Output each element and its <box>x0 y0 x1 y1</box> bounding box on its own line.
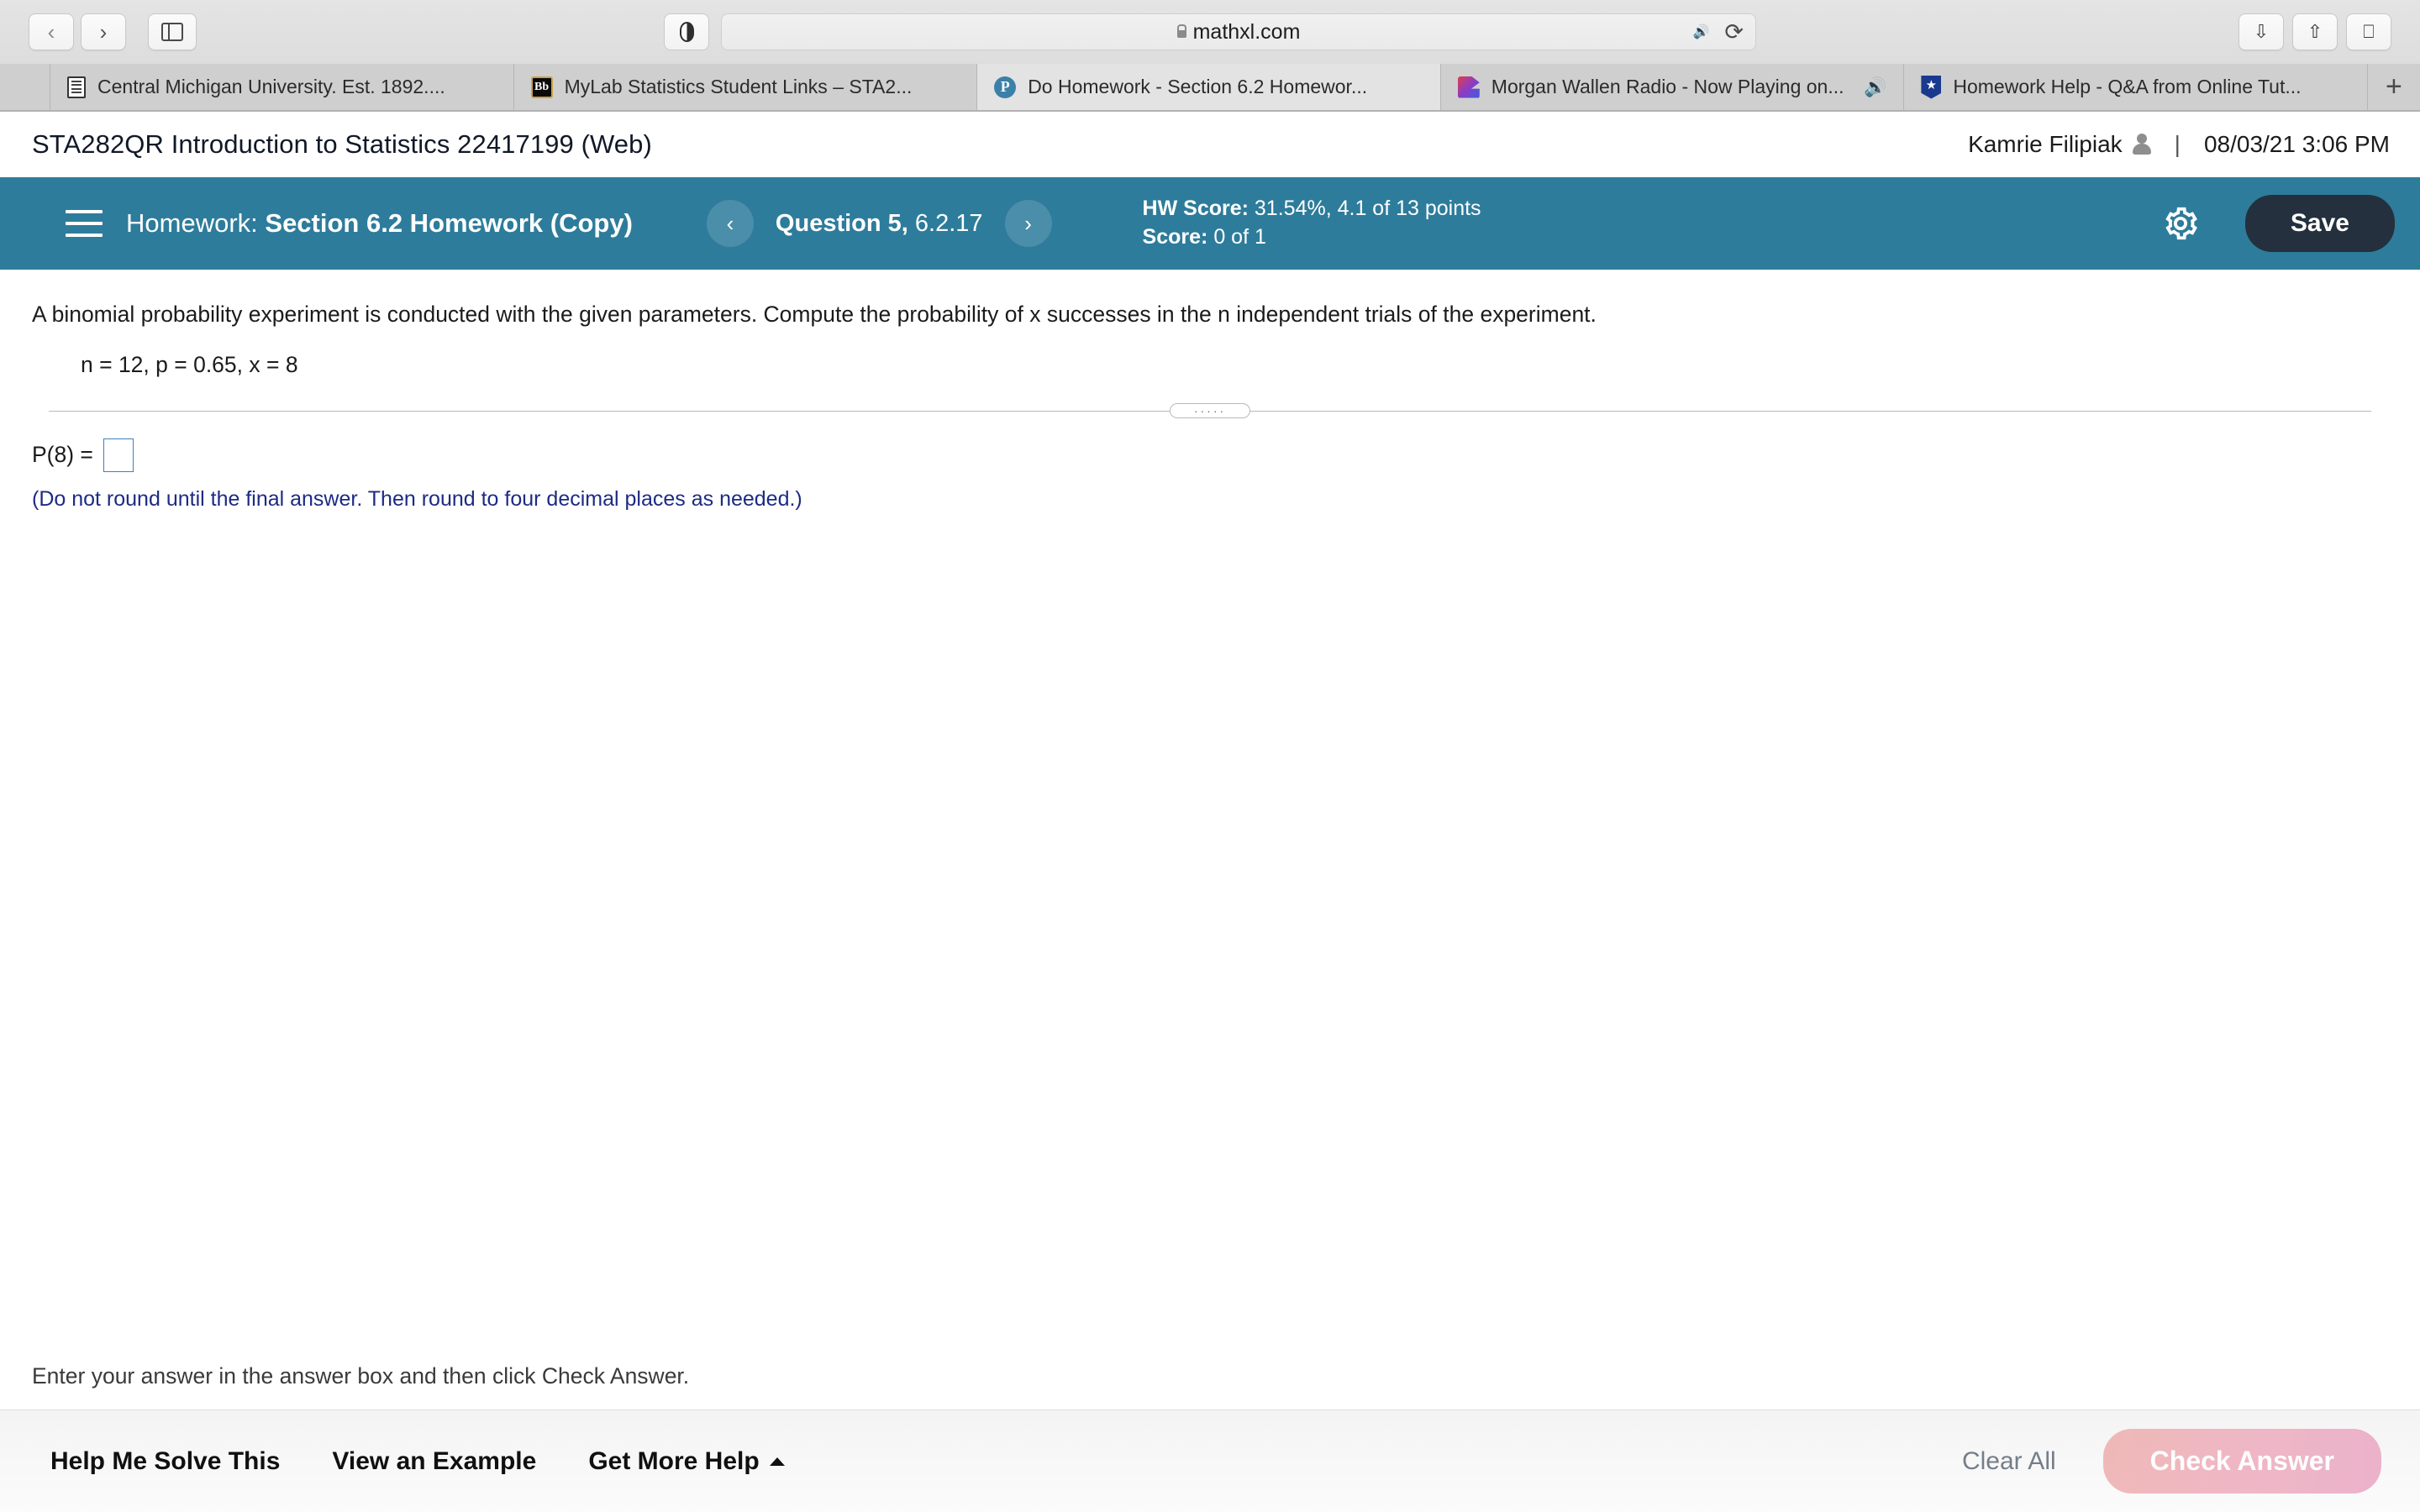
question-label: Question 5, 6.2.17 <box>776 210 983 238</box>
panel-splitter[interactable]: ····· <box>32 402 2388 418</box>
tab-title: Homework Help - Q&A from Online Tut... <box>1953 76 2302 97</box>
homework-name: Section 6.2 Homework (Copy) <box>265 208 633 238</box>
gear-icon[interactable] <box>2161 204 2200 243</box>
document-icon <box>67 76 86 98</box>
user-name: Kamrie Filipiak <box>1968 131 2123 157</box>
tab-title: Morgan Wallen Radio - Now Playing on... <box>1491 76 1844 97</box>
browser-tab-2[interactable]: Bb MyLab Statistics Student Links – STA2… <box>513 64 978 110</box>
answer-prefix: P(8) = <box>32 442 93 468</box>
previous-question-button[interactable]: ‹ <box>706 200 754 247</box>
header-user-area: Kamrie Filipiak | 08/03/21 3:06 PM <box>1968 131 2390 158</box>
blackboard-icon: Bb <box>530 76 553 98</box>
tab-overview-icon[interactable]: ⎕ <box>2346 13 2391 50</box>
hw-score-line: HW Score: 31.54%, 4.1 of 13 points <box>1143 195 1481 223</box>
question-number: Question 5, <box>775 209 908 237</box>
tab-bar-leading-icon <box>0 64 50 110</box>
view-an-example-label: View an Example <box>332 1446 537 1475</box>
address-bar-actions: 🔊 ⟳ <box>1692 19 1744 45</box>
homework-toolbar: Homework: Section 6.2 Homework (Copy) ‹ … <box>0 177 2420 270</box>
tab-title: Central Michigan University. Est. 1892..… <box>97 76 445 97</box>
header-separator: | <box>2174 131 2181 157</box>
question-stem: A binomial probability experiment is con… <box>32 302 1597 327</box>
answer-input[interactable] <box>103 438 134 472</box>
score-summary: HW Score: 31.54%, 4.1 of 13 points Score… <box>1143 195 1481 252</box>
toolbar-right-buttons: ⇩ ⇧ ⎕ <box>2238 13 2391 50</box>
rounding-instruction: (Do not round until the final answer. Th… <box>32 486 802 511</box>
caret-up-icon <box>769 1457 785 1466</box>
speaker-icon[interactable]: 🔊 <box>1692 24 1709 40</box>
question-content: A binomial probability experiment is con… <box>0 270 2420 512</box>
privacy-report-button[interactable] <box>664 13 709 50</box>
browser-chrome: ‹ › mathxl.com 🔊 ⟳ ⇩ ⇧ ⎕ Central Michiga… <box>0 0 2420 112</box>
forward-button[interactable]: › <box>81 13 126 50</box>
back-button[interactable]: ‹ <box>29 13 74 50</box>
tab-bar: Central Michigan University. Est. 1892..… <box>0 64 2420 111</box>
address-area: mathxl.com 🔊 ⟳ <box>664 13 1756 50</box>
score-value: 0 of 1 <box>1213 225 1266 249</box>
timestamp: 08/03/21 3:06 PM <box>2203 131 2390 157</box>
get-more-help-label: Get More Help <box>588 1446 760 1475</box>
address-bar[interactable]: mathxl.com 🔊 ⟳ <box>721 13 1756 50</box>
hamburger-menu-icon[interactable] <box>66 210 103 237</box>
question-parameters: n = 12, p = 0.65, x = 8 <box>81 351 298 377</box>
lock-icon <box>1176 24 1186 38</box>
browser-tab-3-active[interactable]: P Do Homework - Section 6.2 Homewor... <box>977 64 1441 110</box>
download-icon[interactable]: ⇩ <box>2238 13 2284 50</box>
sidebar-toggle-button[interactable] <box>148 13 197 50</box>
next-question-button[interactable]: › <box>1004 200 1052 247</box>
pearson-icon: P <box>994 76 1017 98</box>
url-text: mathxl.com <box>1192 19 1301 44</box>
score-label: Score: <box>1142 225 1208 249</box>
question-navigation: ‹ Question 5, 6.2.17 › <box>706 200 1052 247</box>
sidebar-toggle-icon <box>161 23 183 41</box>
entry-instruction: Enter your answer in the answer box and … <box>0 1363 2420 1410</box>
bottom-zone: Enter your answer in the answer box and … <box>0 1363 2420 1512</box>
reload-icon[interactable]: ⟳ <box>1724 19 1744 45</box>
share-icon[interactable]: ⇧ <box>2292 13 2338 50</box>
page-title: STA282QR Introduction to Statistics 2241… <box>32 129 652 159</box>
hw-score-value: 31.54%, 4.1 of 13 points <box>1254 197 1481 221</box>
clear-all-button[interactable]: Clear All <box>1962 1447 2056 1476</box>
browser-tab-4[interactable]: Morgan Wallen Radio - Now Playing on... … <box>1440 64 1905 110</box>
browser-tab-1[interactable]: Central Michigan University. Est. 1892..… <box>50 64 514 110</box>
action-bar: Help Me Solve This View an Example Get M… <box>0 1410 2420 1512</box>
coursehero-icon: ★ <box>1921 75 1942 99</box>
navigation-buttons: ‹ › <box>29 13 126 50</box>
check-answer-button[interactable]: Check Answer <box>2102 1429 2381 1494</box>
hw-score-label: HW Score: <box>1142 197 1249 221</box>
save-button[interactable]: Save <box>2244 195 2395 252</box>
browser-toolbar: ‹ › mathxl.com 🔊 ⟳ ⇩ ⇧ ⎕ <box>0 0 2420 64</box>
person-icon[interactable] <box>2132 134 2151 155</box>
privacy-shield-icon <box>679 22 694 42</box>
page-header: STA282QR Introduction to Statistics 2241… <box>0 112 2420 177</box>
view-an-example-button[interactable]: View an Example <box>332 1447 536 1476</box>
get-more-help-button[interactable]: Get More Help <box>588 1446 785 1476</box>
question-id: 6.2.17 <box>914 209 983 237</box>
score-line: Score: 0 of 1 <box>1143 223 1481 252</box>
help-me-solve-this-button[interactable]: Help Me Solve This <box>50 1447 280 1476</box>
homework-title: Homework: Section 6.2 Homework (Copy) <box>126 208 633 239</box>
pandora-icon <box>1457 76 1480 98</box>
homework-prefix: Homework: <box>126 208 258 238</box>
tab-title: MyLab Statistics Student Links – STA2... <box>564 76 913 97</box>
splitter-handle[interactable]: ····· <box>1170 402 1250 418</box>
help-me-solve-this-label: Help Me Solve This <box>50 1446 281 1475</box>
new-tab-button[interactable]: + <box>2367 64 2420 110</box>
tab-title: Do Homework - Section 6.2 Homewor... <box>1028 76 1368 97</box>
browser-tab-5[interactable]: ★ Homework Help - Q&A from Online Tut... <box>1904 64 2368 110</box>
answer-row: P(8) = <box>32 438 2388 472</box>
tab-audio-icon[interactable]: 🔊 <box>1864 76 1886 98</box>
